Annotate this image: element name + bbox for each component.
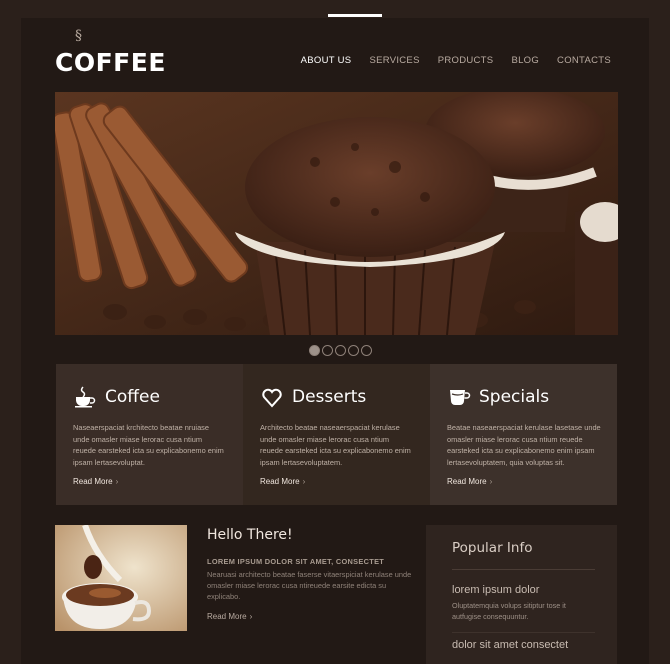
popular-title: Popular Info bbox=[452, 540, 533, 556]
coffee-cup-image bbox=[55, 525, 187, 631]
nav-item-about-us[interactable]: ABOUT US bbox=[301, 55, 352, 66]
read-more-link[interactable]: Read More › bbox=[447, 477, 601, 486]
hello-title: Hello There! bbox=[207, 527, 293, 543]
popular-item-text: Oluptatemquia volups sitiptur tose it au… bbox=[452, 601, 566, 621]
feature-coffee: Coffee Naseaerspaciat krchitecto beatae … bbox=[56, 364, 243, 505]
slider-dot[interactable] bbox=[309, 345, 320, 356]
feature-title: Desserts bbox=[292, 387, 367, 407]
nav-item-services[interactable]: SERVICES bbox=[369, 55, 419, 66]
logo-text: COFFEE bbox=[55, 48, 166, 77]
popular-info-panel: Popular Info lorem ipsum dolor Oluptatem… bbox=[426, 525, 617, 664]
main-nav: ABOUT US SERVICES PRODUCTS BLOG CONTACTS bbox=[301, 55, 611, 66]
muffins-photo bbox=[55, 92, 618, 335]
slider-dot[interactable] bbox=[361, 345, 372, 356]
steam-icon: § bbox=[75, 28, 82, 44]
hello-section: Hello There! LOREM IPSUM DOLOR SIT AMET,… bbox=[207, 527, 412, 621]
top-indicator-bar bbox=[328, 14, 382, 17]
heart-icon bbox=[262, 388, 282, 408]
features-row: Coffee Naseaerspaciat krchitecto beatae … bbox=[56, 364, 617, 505]
feature-title: Coffee bbox=[105, 387, 160, 407]
coffee-cup-photo bbox=[55, 525, 187, 631]
slider-dot[interactable] bbox=[335, 345, 346, 356]
read-more-link[interactable]: Read More › bbox=[73, 477, 227, 486]
page-container: § COFFEE ABOUT US SERVICES PRODUCTS BLOG… bbox=[21, 14, 649, 664]
divider bbox=[452, 569, 595, 570]
feature-specials: Specials Beatae naseaerspaciat kerulase … bbox=[430, 364, 617, 505]
feature-text: Naseaerspaciat krchitecto beatae nruiase… bbox=[73, 423, 224, 467]
divider bbox=[452, 632, 595, 633]
feature-desserts: Desserts Architecto beatae naseaerspacia… bbox=[243, 364, 430, 505]
feature-text: Architecto beatae naseaerspaciat kerulas… bbox=[260, 423, 411, 467]
slider-pagination bbox=[309, 345, 372, 356]
chevron-right-icon: › bbox=[115, 477, 119, 486]
nav-item-products[interactable]: PRODUCTS bbox=[438, 55, 494, 66]
slider-dot[interactable] bbox=[348, 345, 359, 356]
read-more-link[interactable]: Read More › bbox=[260, 477, 414, 486]
hello-text: Nearuasi architecto beatae faserse vitae… bbox=[207, 570, 412, 601]
popular-item-link[interactable]: lorem ipsum dolor bbox=[452, 584, 595, 596]
nav-item-blog[interactable]: BLOG bbox=[511, 55, 539, 66]
feature-text: Beatae naseaerspaciat kerulase lasetase … bbox=[447, 423, 601, 467]
hero-slider-image bbox=[55, 92, 618, 335]
feature-title: Specials bbox=[479, 387, 550, 407]
hello-subtitle: LOREM IPSUM DOLOR SIT AMET, CONSECTET bbox=[207, 557, 385, 566]
popular-item-link[interactable]: dolor sit amet consectet bbox=[452, 639, 595, 651]
chevron-right-icon: › bbox=[489, 477, 493, 486]
mug-icon bbox=[450, 390, 471, 405]
slider-dot[interactable] bbox=[322, 345, 333, 356]
chevron-right-icon: › bbox=[302, 477, 306, 486]
coffee-cup-icon bbox=[75, 386, 96, 408]
nav-item-contacts[interactable]: CONTACTS bbox=[557, 55, 611, 66]
read-more-link[interactable]: Read More › bbox=[207, 612, 412, 621]
chevron-right-icon: › bbox=[249, 612, 253, 621]
